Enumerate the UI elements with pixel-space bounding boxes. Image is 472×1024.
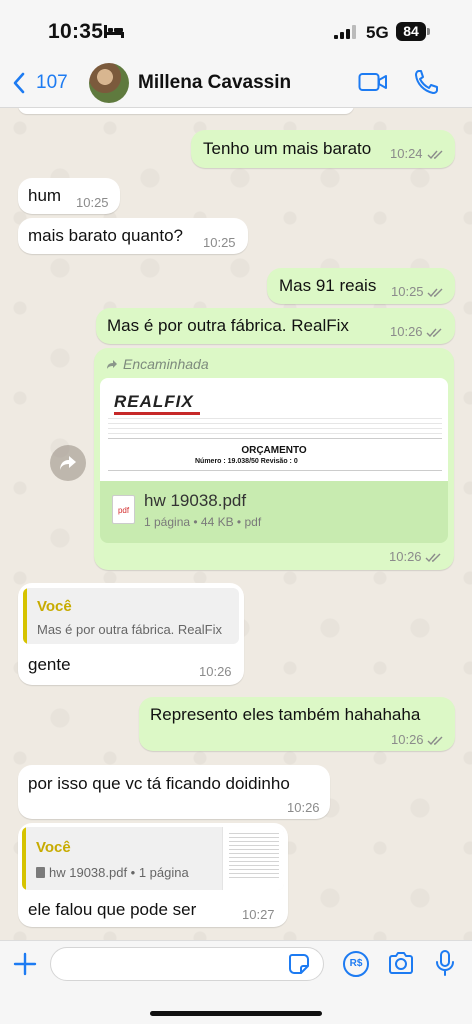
status-bar: 10:35 5G 84 (0, 0, 472, 58)
message-text: Tenho um mais barato (203, 139, 372, 158)
divider (108, 470, 442, 471)
message-time: 10:26 (391, 732, 424, 747)
message-input[interactable] (50, 947, 324, 981)
message-bubble-outgoing[interactable]: Represento eles também hahahaha 10:26 (139, 697, 455, 751)
quoted-message[interactable]: Você Mas é por outra fábrica. RealFix (23, 588, 239, 644)
document-message[interactable]: Encaminhada REALFIX ORÇAMENTO Número : 1… (94, 348, 454, 570)
reply-message[interactable]: Você hw 19038.pdf • 1 página ele falou q… (18, 823, 288, 927)
message-time: 10:27 (242, 907, 275, 922)
message-bubble-outgoing[interactable]: Mas é por outra fábrica. RealFix 10:26 (96, 308, 455, 344)
read-ticks-icon (427, 736, 443, 746)
document-header-lines (108, 418, 442, 434)
document-thumbnail (222, 827, 284, 890)
message-bubble-partial (18, 108, 354, 114)
back-button[interactable]: 107 (12, 68, 68, 98)
document-footer[interactable]: pdf hw 19038.pdf 1 página • 44 KB • pdf (100, 481, 448, 543)
signal-bars-icon (334, 25, 356, 39)
document-icon (36, 867, 45, 878)
message-time: 10:24 (390, 146, 423, 161)
document-file-meta: 1 página • 44 KB • pdf (144, 515, 262, 529)
message-time: 10:26 (287, 800, 320, 815)
message-text: por isso que vc tá ficando doidinho (28, 774, 290, 793)
contact-name[interactable]: Millena Cavassin (138, 72, 291, 94)
microphone-icon[interactable] (434, 949, 456, 977)
message-time: 10:26 (390, 324, 423, 339)
battery-tip (427, 28, 430, 35)
message-text: ele falou que pode ser (28, 900, 197, 919)
message-time: 10:25 (76, 195, 109, 210)
document-number-line: Número : 19.038/50 Revisão : 0 (195, 458, 298, 465)
sleep-bed-icon (104, 25, 124, 38)
message-text: Mas 91 reais (279, 276, 377, 295)
message-text: hum (28, 186, 62, 205)
quote-accent-bar (23, 588, 27, 644)
quote-file-line: hw 19038.pdf • 1 página (36, 865, 189, 880)
read-ticks-icon (425, 553, 441, 563)
quote-text: hw 19038.pdf • 1 página (49, 865, 189, 880)
chat-header: 107 Millena Cavassin (0, 58, 472, 108)
message-input-bar: R$ (0, 940, 472, 1024)
logo-underline (114, 412, 200, 415)
message-time: 10:26 (389, 549, 422, 564)
status-time: 10:35 (48, 20, 104, 43)
forwarded-label: Encaminhada (106, 356, 209, 372)
chevron-left-icon (13, 72, 25, 94)
forward-share-button[interactable] (50, 445, 86, 481)
pix-button[interactable]: R$ (343, 951, 369, 977)
message-bubble-incoming[interactable]: por isso que vc tá ficando doidinho 10:2… (18, 765, 330, 819)
avatar[interactable] (89, 63, 129, 103)
quote-text: Mas é por outra fábrica. RealFix (37, 622, 222, 637)
message-text: gente (28, 655, 71, 674)
message-time: 10:25 (391, 284, 424, 299)
read-ticks-icon (427, 288, 443, 298)
network-label: 5G (366, 23, 389, 42)
camera-icon[interactable] (387, 951, 415, 975)
sticker-icon[interactable] (288, 953, 310, 975)
message-bubble-incoming[interactable]: hum 10:25 (18, 178, 120, 214)
message-text: Mas é por outra fábrica. RealFix (107, 316, 349, 335)
document-file-name: hw 19038.pdf (144, 491, 247, 510)
chat-area[interactable]: Tenho um mais barato 10:24 hum 10:25 mai… (0, 108, 472, 940)
reply-message[interactable]: Você Mas é por outra fábrica. RealFix ge… (18, 583, 244, 685)
message-text: Represento eles também hahahaha (150, 705, 421, 724)
message-text: mais barato quanto? (28, 226, 183, 245)
home-indicator (150, 1011, 322, 1016)
plus-icon[interactable] (12, 951, 38, 977)
read-ticks-icon (426, 328, 442, 338)
quoted-document[interactable]: Você hw 19038.pdf • 1 página (22, 827, 284, 890)
message-time: 10:26 (199, 664, 232, 679)
message-bubble-incoming[interactable]: mais barato quanto? 10:25 (18, 218, 248, 254)
document-heading: ORÇAMENTO (241, 445, 307, 456)
thumbnail-lines (229, 833, 279, 881)
realfix-logo: REALFIX (114, 392, 194, 411)
quote-author: Você (37, 598, 72, 615)
message-bubble-outgoing[interactable]: Mas 91 reais 10:25 (267, 268, 455, 304)
message-time: 10:25 (203, 235, 236, 250)
video-camera-icon[interactable] (358, 71, 388, 93)
unread-count: 107 (36, 72, 68, 93)
quote-accent-bar (22, 827, 26, 890)
quote-author: Você (36, 839, 71, 856)
message-bubble-outgoing[interactable]: Tenho um mais barato 10:24 (191, 130, 455, 168)
share-arrow-icon (60, 456, 76, 470)
divider (108, 438, 442, 439)
battery-icon: 84 (396, 22, 426, 41)
document-preview[interactable]: REALFIX ORÇAMENTO Número : 19.038/50 Rev… (100, 378, 448, 481)
forwarded-text: Encaminhada (123, 356, 209, 372)
forward-arrow-icon (107, 359, 117, 369)
phone-icon[interactable] (414, 69, 438, 95)
pdf-file-icon: pdf (112, 495, 135, 524)
read-ticks-icon (427, 150, 443, 160)
